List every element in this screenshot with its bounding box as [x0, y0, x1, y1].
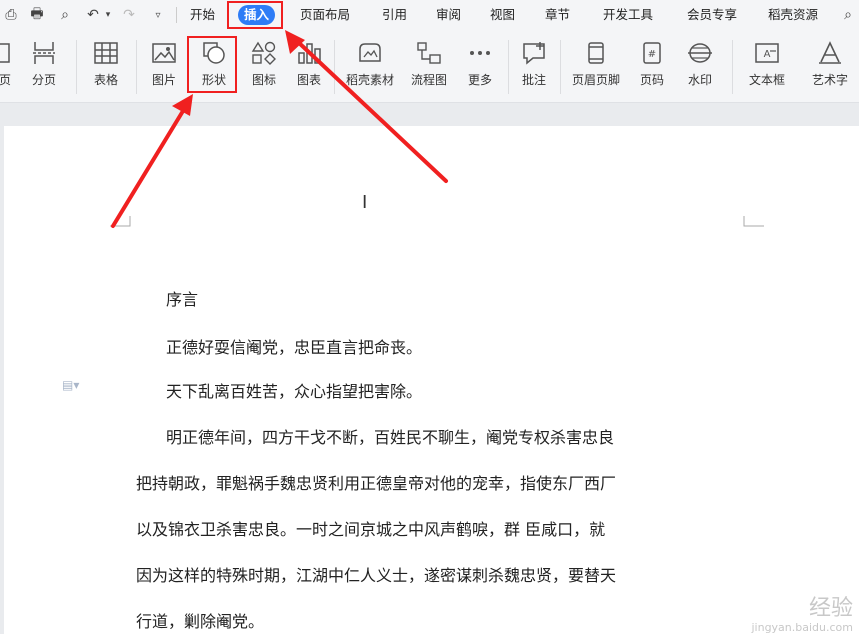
flowchart-icon [415, 39, 443, 67]
ribbon-item-label: 页码 [639, 73, 664, 87]
tab-review[interactable]: 审阅 [436, 5, 461, 25]
blank-page-button[interactable]: 页 [0, 30, 16, 102]
ribbon-divider [136, 40, 137, 94]
ribbon-item-label: 流程图 [410, 73, 447, 87]
paragraph-line: 明正德年间，四方干戈不断，百姓民不聊生，阉党专权杀害忠良 [166, 428, 615, 447]
text-box-icon: A [753, 39, 781, 67]
document-page[interactable]: I 序言 正德好耍信阉党，忠臣直言把命丧。 ▤▾ 天下乱离百姓苦，众心指望把害除… [4, 126, 859, 634]
ribbon-divider [560, 40, 561, 94]
ribbon-item-label: 水印 [687, 73, 712, 87]
comment-icon [520, 39, 548, 67]
page-number-icon: # [638, 39, 666, 67]
tab-home[interactable]: 开始 [190, 5, 215, 25]
word-art-icon [816, 39, 844, 67]
ribbon-item-label: 分页 [31, 73, 56, 87]
tab-view[interactable]: 视图 [490, 5, 515, 25]
page-break-button[interactable]: 分页 [22, 30, 66, 102]
svg-text:#: # [648, 49, 656, 60]
paragraph-line: 天下乱离百姓苦，众心指望把害除。 [166, 382, 423, 401]
search-icon[interactable]: ⌕ [840, 6, 856, 24]
redo-icon[interactable]: ↷ [120, 6, 138, 24]
paragraph-line: 正德好耍信阉党，忠臣直言把命丧。 [166, 338, 423, 357]
icons-library-icon [250, 39, 278, 67]
page-icon [0, 39, 19, 67]
tab-references[interactable]: 引用 [382, 5, 407, 25]
shape-button-highlight-box [187, 36, 237, 93]
header-footer-button[interactable]: 页眉页脚 [566, 30, 626, 102]
page-number-button[interactable]: # 页码 [630, 30, 674, 102]
menu-bar: ⎙ 🖶 ⌕ ↶ ▾ ↷ ▿ 开始 插入 页面布局 引用 审阅 视图 章节 开发工… [0, 0, 859, 30]
tab-page-layout[interactable]: 页面布局 [300, 5, 350, 25]
page-break-icon [30, 39, 58, 67]
material-icon [356, 39, 384, 67]
ribbon-item-label: 页眉页脚 [571, 73, 620, 87]
baidu-jingyan-watermark: 经验 jingyan.baidu.com [751, 597, 853, 634]
text-box-button[interactable]: A 文本框 [738, 30, 796, 102]
svg-text:A: A [764, 49, 771, 60]
divider [176, 7, 177, 23]
margin-corner-mark [743, 216, 764, 227]
document-title: 序言 [166, 290, 199, 309]
table-icon [92, 39, 120, 67]
picture-button[interactable]: 图片 [142, 30, 186, 102]
word-art-button[interactable]: 艺术字 [802, 30, 858, 102]
ribbon-item-label: 批注 [521, 73, 546, 87]
ribbon-item-label: 图片 [151, 73, 176, 87]
table-button[interactable]: 表格 [84, 30, 128, 102]
paragraph-marker-icon[interactable]: ▤▾ [62, 378, 79, 392]
watermark-button[interactable]: 水印 [678, 30, 722, 102]
comment-button[interactable]: 批注 [514, 30, 554, 102]
ribbon-item-label: 文本框 [748, 73, 785, 87]
flowchart-button[interactable]: 流程图 [406, 30, 452, 102]
more-button[interactable]: 更多 [458, 30, 502, 102]
ribbon-divider [732, 40, 733, 94]
paragraph-line: 因为这样的特殊时期，江湖中仁人义士，遂密谋刺杀魏忠贤，要替天 [136, 566, 617, 585]
paragraph-line: 行道，剿除阉党。 [136, 612, 265, 631]
docer-material-button[interactable]: 稻壳素材 [340, 30, 400, 102]
chart-button[interactable]: 图表 [290, 30, 328, 102]
customize-dropdown-icon[interactable]: ▿ [150, 6, 166, 24]
ribbon-divider [76, 40, 77, 94]
print-preview-icon[interactable]: ⌕ [56, 6, 74, 24]
icon-button[interactable]: 图标 [242, 30, 286, 102]
ribbon-item-label: 艺术字 [811, 73, 848, 87]
ribbon-item-label: 页 [0, 73, 11, 87]
watermark-brand: 经验 [808, 596, 853, 621]
tab-chapter[interactable]: 章节 [545, 5, 570, 25]
tab-docer-resources[interactable]: 稻壳资源 [768, 5, 818, 25]
ribbon: 页 分页 表格 图片 形状 图标 图表 稻壳素材 流程图 更多 批注 页眉页脚 … [0, 30, 859, 103]
watermark-icon [686, 39, 714, 67]
watermark-url: jingyan.baidu.com [751, 621, 853, 634]
ribbon-item-label: 图表 [296, 73, 321, 87]
more-icon [466, 39, 494, 67]
chart-icon [295, 39, 323, 67]
save-icon[interactable]: ⎙ [2, 6, 20, 24]
paragraph-line: 把持朝政，罪魁祸手魏忠贤利用正德皇帝对他的宠幸，指使东厂西厂 [136, 474, 617, 493]
ribbon-item-label: 稻壳素材 [345, 73, 394, 87]
tab-member[interactable]: 会员专享 [687, 5, 737, 25]
ribbon-item-label: 图标 [251, 73, 276, 87]
tab-developer[interactable]: 开发工具 [603, 5, 653, 25]
header-footer-icon [582, 39, 610, 67]
ribbon-divider [334, 40, 335, 94]
undo-dropdown-icon[interactable]: ▾ [104, 6, 112, 24]
undo-icon[interactable]: ↶ [84, 6, 102, 24]
text-cursor-icon: I [362, 192, 368, 213]
print-icon[interactable]: 🖶 [28, 6, 46, 24]
picture-icon [150, 39, 178, 67]
ribbon-divider [508, 40, 509, 94]
insert-tab-highlight-box [227, 1, 283, 29]
paragraph-line: 以及锦衣卫杀害忠良。一时之间京城之中风声鹤唳，群 臣咸口，就 [136, 520, 606, 539]
ribbon-item-label: 更多 [467, 73, 492, 87]
margin-corner-mark [110, 216, 131, 227]
ribbon-item-label: 表格 [93, 73, 118, 87]
canvas-gap [0, 103, 859, 126]
